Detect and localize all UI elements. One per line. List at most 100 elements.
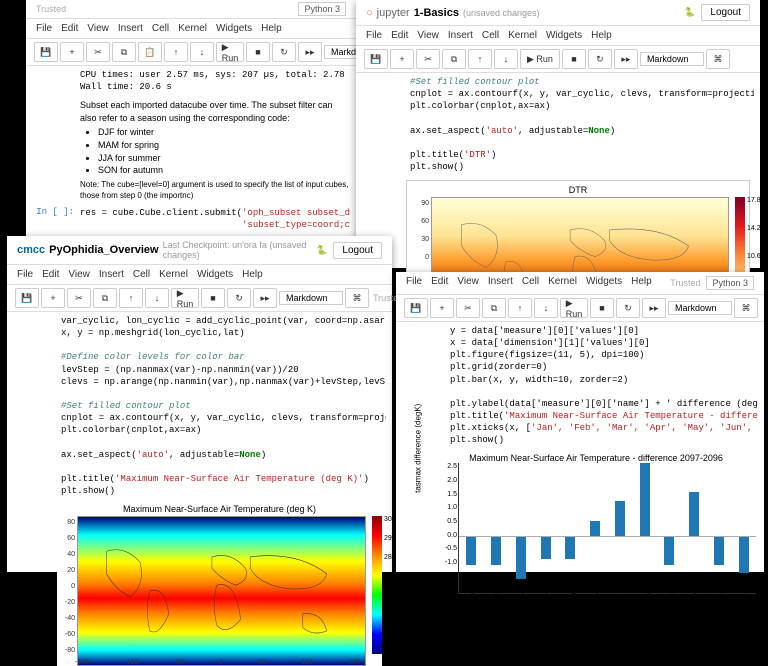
toolbar: 💾 + ✂ ⧉ ↑ ↓ ▶ Run ■ ↻ ▸▸ Markdown ⌘ <box>356 46 760 73</box>
logout-button[interactable]: Logout <box>701 4 750 21</box>
up-icon[interactable]: ↑ <box>164 42 188 62</box>
ff-icon[interactable]: ▸▸ <box>253 288 277 308</box>
up-icon[interactable]: ↑ <box>468 49 492 69</box>
stop-icon[interactable]: ■ <box>246 42 270 62</box>
bars <box>459 463 756 593</box>
menu-kernel[interactable]: Kernel <box>178 23 207 34</box>
paste-icon[interactable]: 📋 <box>138 42 162 62</box>
down-icon[interactable]: ↓ <box>534 298 558 318</box>
up-icon[interactable]: ↑ <box>508 298 532 318</box>
restart-icon[interactable]: ↻ <box>227 288 251 308</box>
cut-icon[interactable]: ✂ <box>86 42 110 62</box>
menu-widgets[interactable]: Widgets <box>197 269 233 280</box>
down-icon[interactable]: ↓ <box>190 42 214 62</box>
markdown-cell: Subset each imported datacube over time.… <box>80 99 350 201</box>
menubar: File Edit View Insert Cell Kernel Widgets Help <box>7 265 392 285</box>
menu-insert[interactable]: Insert <box>448 30 473 41</box>
y-axis-label: tasmax difference (degK) <box>414 404 423 493</box>
menu-cell[interactable]: Cell <box>482 30 499 41</box>
add-cell-icon[interactable]: + <box>60 42 84 62</box>
menu-view[interactable]: View <box>68 269 90 280</box>
run-button[interactable]: ▶ Run <box>560 298 588 318</box>
menu-cell[interactable]: Cell <box>522 276 539 290</box>
menu-cell[interactable]: Cell <box>133 269 150 280</box>
menu-kernel[interactable]: Kernel <box>159 269 188 280</box>
menu-help[interactable]: Help <box>242 269 263 280</box>
menu-file[interactable]: File <box>406 276 422 290</box>
restart-icon[interactable]: ↻ <box>588 49 612 69</box>
menu-edit[interactable]: Edit <box>391 30 408 41</box>
menu-view[interactable]: View <box>87 23 109 34</box>
save-icon[interactable]: 💾 <box>404 298 428 318</box>
add-icon[interactable]: + <box>41 288 65 308</box>
output-text: CPU times: user 2.57 ms, sys: 207 µs, to… <box>80 69 350 93</box>
stop-icon[interactable]: ■ <box>201 288 225 308</box>
down-icon[interactable]: ↓ <box>494 49 518 69</box>
menu-edit[interactable]: Edit <box>42 269 59 280</box>
celltype-dropdown[interactable]: Markdown <box>279 291 343 305</box>
restart-icon[interactable]: ↻ <box>272 42 296 62</box>
cmd-icon[interactable]: ⌘ <box>706 49 730 69</box>
run-button[interactable]: ▶ Run <box>216 42 244 62</box>
fastfwd-icon[interactable]: ▸▸ <box>298 42 322 62</box>
copy-icon[interactable]: ⧉ <box>482 298 506 318</box>
cut-icon[interactable]: ✂ <box>67 288 91 308</box>
copy-icon[interactable]: ⧉ <box>93 288 117 308</box>
menu-insert[interactable]: Insert <box>99 269 124 280</box>
notebook-bottom-right: FileEditViewInsertCellKernelWidgetsHelp … <box>396 272 764 572</box>
cmcc-logo: cmcc PyOphidia_Overview Last Checkpoint:… <box>17 240 316 260</box>
ff-icon[interactable]: ▸▸ <box>614 49 638 69</box>
menu-insert[interactable]: Insert <box>118 23 143 34</box>
save-icon[interactable]: 💾 <box>364 49 388 69</box>
jupyter-logo: ○jupyter 1-Basics (unsaved changes) <box>366 7 540 19</box>
save-icon[interactable]: 💾 <box>15 288 39 308</box>
cut-icon[interactable]: ✂ <box>456 298 480 318</box>
menu-widgets[interactable]: Widgets <box>546 30 582 41</box>
code-cell[interactable]: y = data['measure'][0]['values'][0] x = … <box>450 325 758 446</box>
restart-icon[interactable]: ↻ <box>616 298 640 318</box>
copy-icon[interactable]: ⧉ <box>112 42 136 62</box>
menu-kernel[interactable]: Kernel <box>508 30 537 41</box>
menu-edit[interactable]: Edit <box>61 23 78 34</box>
python-icon: 🐍 <box>684 7 695 18</box>
run-button[interactable]: ▶ Run <box>520 49 560 69</box>
save-icon[interactable]: 💾 <box>34 42 58 62</box>
menu-help[interactable]: Help <box>261 23 282 34</box>
logout-button[interactable]: Logout <box>333 242 382 259</box>
ff-icon[interactable]: ▸▸ <box>642 298 666 318</box>
y-axis: 806040 200-20 -40-60-80 <box>57 516 77 666</box>
code-cell[interactable]: res = cube.Cube.client.submit('oph_subse… <box>80 207 350 231</box>
menu-cell[interactable]: Cell <box>152 23 169 34</box>
code-cell[interactable]: #Set filled contour plot cnplot = ax.con… <box>410 76 754 173</box>
add-icon[interactable]: + <box>430 298 454 318</box>
copy-icon[interactable]: ⧉ <box>442 49 466 69</box>
menubar: File Edit View Insert Cell Kernel Widgets Help <box>356 26 760 46</box>
menu-edit[interactable]: Edit <box>431 276 448 290</box>
menu-file[interactable]: File <box>366 30 382 41</box>
menu-widgets[interactable]: Widgets <box>216 23 252 34</box>
menu-help[interactable]: Help <box>591 30 612 41</box>
down-icon[interactable]: ↓ <box>145 288 169 308</box>
up-icon[interactable]: ↑ <box>119 288 143 308</box>
menu-file[interactable]: File <box>36 23 52 34</box>
cmd-icon[interactable]: ⌘ <box>734 298 758 318</box>
menu-kernel[interactable]: Kernel <box>548 276 577 290</box>
menu-view[interactable]: View <box>457 276 479 290</box>
menu-view[interactable]: View <box>417 30 439 41</box>
kernel-label[interactable]: Python 3 <box>298 2 346 16</box>
cut-icon[interactable]: ✂ <box>416 49 440 69</box>
menu-widgets[interactable]: Widgets <box>586 276 622 290</box>
menu-file[interactable]: File <box>17 269 33 280</box>
celltype-dropdown[interactable]: Markdown <box>640 52 704 66</box>
celltype-dropdown[interactable]: Markdown <box>668 301 732 315</box>
menu-insert[interactable]: Insert <box>488 276 513 290</box>
stop-icon[interactable]: ■ <box>590 298 614 318</box>
menubar: File Edit View Insert Cell Kernel Widgets Help <box>26 19 356 39</box>
run-button[interactable]: ▶ Run <box>171 288 199 308</box>
code-cell[interactable]: var_cyclic, lon_cyclic = add_cyclic_poin… <box>61 315 386 497</box>
menu-help[interactable]: Help <box>631 276 652 290</box>
stop-icon[interactable]: ■ <box>562 49 586 69</box>
add-icon[interactable]: + <box>390 49 414 69</box>
toolbar: 💾 + ✂ ⧉ 📋 ↑ ↓ ▶ Run ■ ↻ ▸▸ Markdown ⌘ <box>26 39 356 66</box>
cmd-icon[interactable]: ⌘ <box>345 288 369 308</box>
